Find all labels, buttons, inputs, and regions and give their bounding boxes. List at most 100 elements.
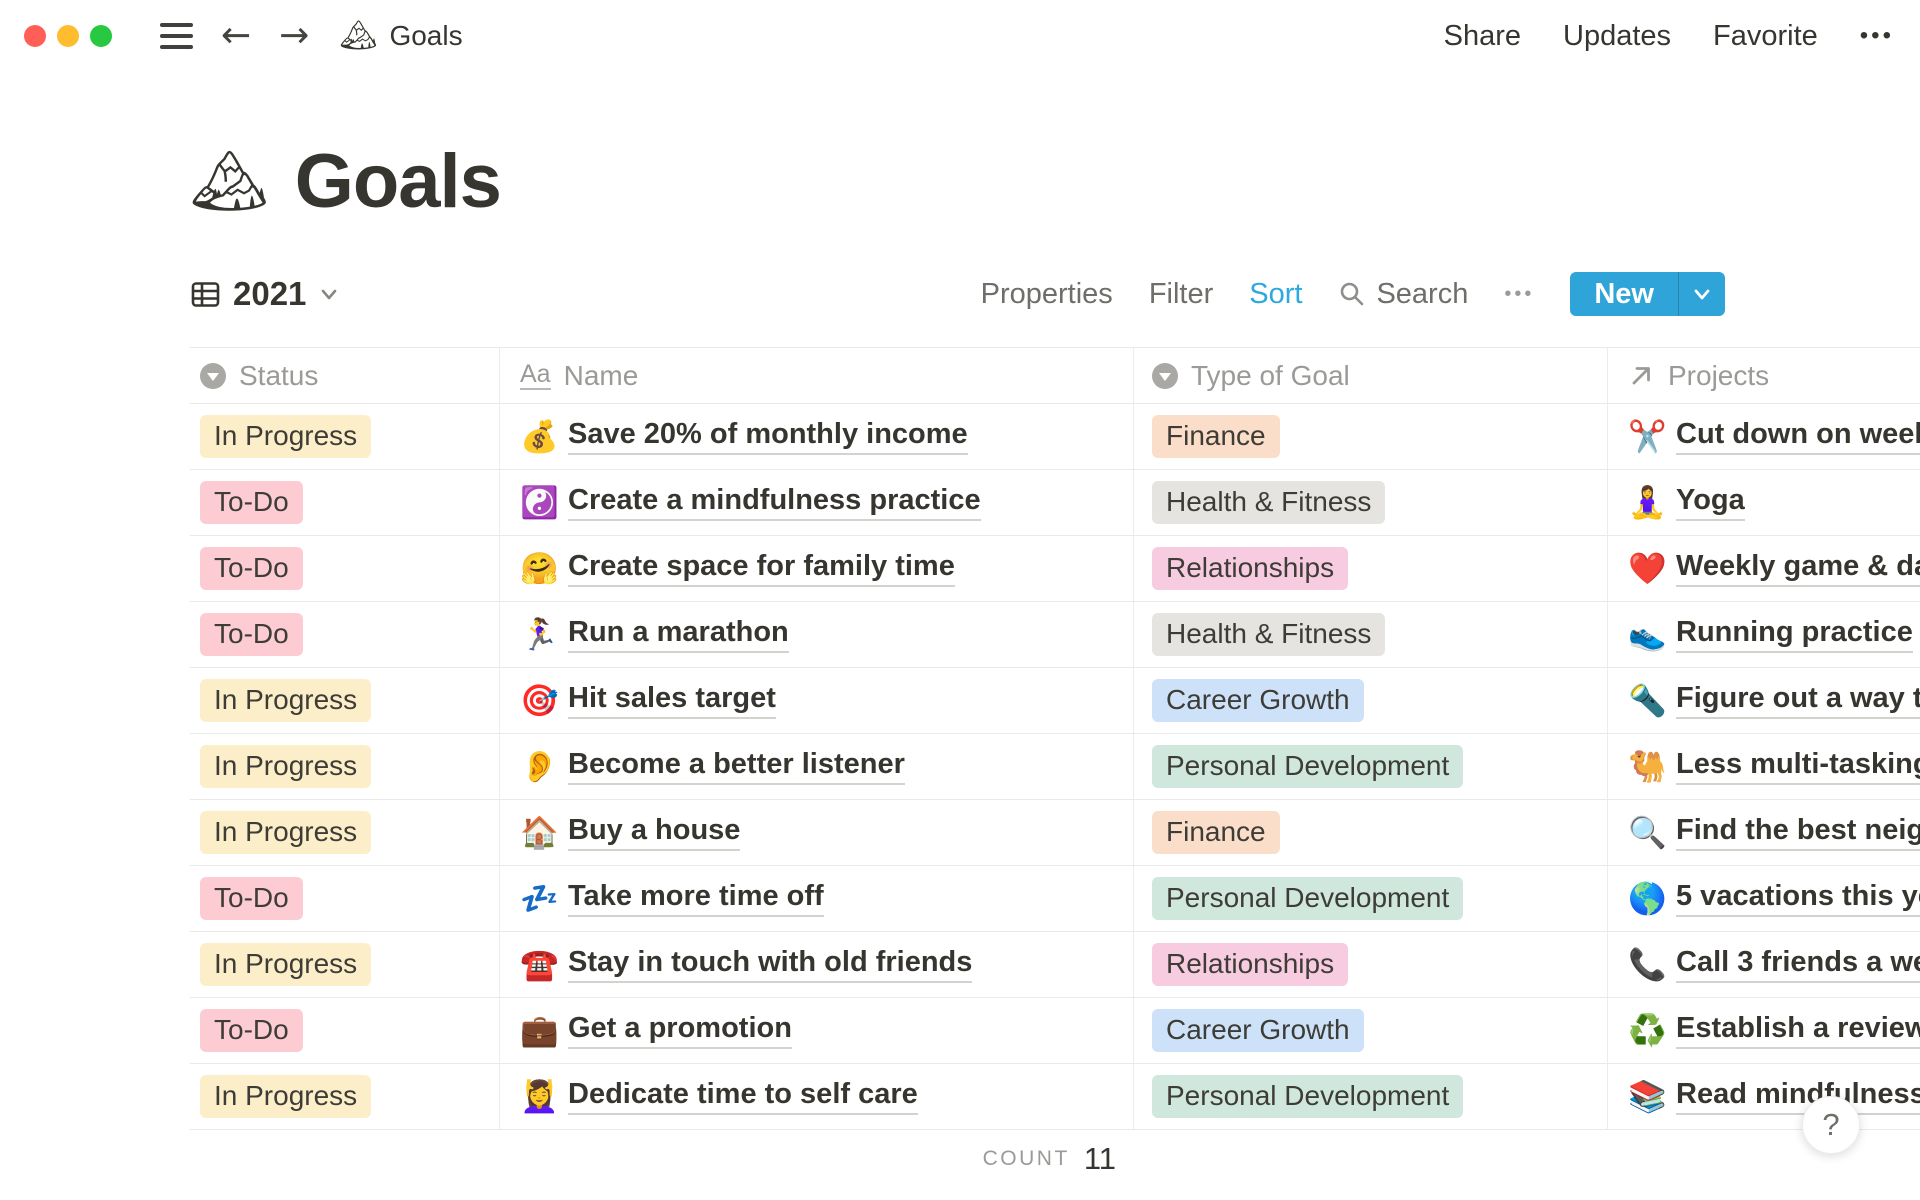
- projects-cell[interactable]: 🔦 Figure out a way to ge: [1608, 668, 1920, 733]
- name-cell[interactable]: 💤 Take more time off: [500, 866, 1134, 931]
- properties-button[interactable]: Properties: [981, 278, 1113, 311]
- status-badge[interactable]: In Progress: [200, 811, 372, 854]
- project-link[interactable]: Running practice: [1676, 616, 1913, 653]
- name-cell[interactable]: 🏠 Buy a house: [500, 800, 1134, 865]
- column-header-name[interactable]: Aa Name: [500, 348, 1134, 403]
- status-cell[interactable]: In Progress: [190, 800, 500, 865]
- back-arrow-icon[interactable]: ←: [221, 18, 251, 54]
- project-link[interactable]: Yoga: [1676, 484, 1745, 521]
- table-row[interactable]: In Progress 👂 Become a better listener P…: [190, 734, 1920, 800]
- goal-name-link[interactable]: Become a better listener: [568, 748, 905, 785]
- table-row[interactable]: To-Do 💤 Take more time off Personal Deve…: [190, 866, 1920, 932]
- status-cell[interactable]: In Progress: [190, 1064, 500, 1129]
- column-header-type-of-goal[interactable]: Type of Goal: [1134, 348, 1608, 403]
- type-of-goal-cell[interactable]: Health & Fitness: [1134, 602, 1608, 667]
- status-cell[interactable]: In Progress: [190, 932, 500, 997]
- type-of-goal-cell[interactable]: Relationships: [1134, 932, 1608, 997]
- favorite-button[interactable]: Favorite: [1713, 20, 1818, 53]
- column-header-projects[interactable]: Projects: [1608, 348, 1920, 403]
- goal-name-link[interactable]: Get a promotion: [568, 1012, 792, 1049]
- type-of-goal-badge[interactable]: Relationships: [1152, 943, 1349, 986]
- status-badge[interactable]: To-Do: [200, 877, 303, 920]
- zoom-window-button[interactable]: [90, 25, 112, 47]
- project-link[interactable]: Figure out a way to ge: [1676, 682, 1920, 719]
- table-row[interactable]: In Progress ☎️ Stay in touch with old fr…: [190, 932, 1920, 998]
- goal-name-link[interactable]: Stay in touch with old friends: [568, 946, 973, 983]
- project-link[interactable]: 5 vacations this year: [1676, 880, 1920, 917]
- new-button-dropdown[interactable]: [1678, 272, 1725, 316]
- status-badge[interactable]: In Progress: [200, 943, 372, 986]
- type-of-goal-cell[interactable]: Career Growth: [1134, 668, 1608, 733]
- table-row[interactable]: In Progress 🎯 Hit sales target Career Gr…: [190, 668, 1920, 734]
- search-button[interactable]: Search: [1338, 278, 1468, 311]
- status-badge[interactable]: In Progress: [200, 679, 372, 722]
- table-row[interactable]: To-Do 🏃‍♀️ Run a marathon Health & Fitne…: [190, 602, 1920, 668]
- goal-name-link[interactable]: Create space for family time: [568, 550, 955, 587]
- type-of-goal-badge[interactable]: Personal Development: [1152, 745, 1464, 788]
- goal-name-link[interactable]: Take more time off: [568, 880, 824, 917]
- project-link[interactable]: Cut down on weekda: [1676, 418, 1920, 455]
- status-badge[interactable]: To-Do: [200, 547, 303, 590]
- type-of-goal-badge[interactable]: Career Growth: [1152, 679, 1364, 722]
- type-of-goal-badge[interactable]: Finance: [1152, 415, 1280, 458]
- status-cell[interactable]: In Progress: [190, 668, 500, 733]
- status-cell[interactable]: To-Do: [190, 866, 500, 931]
- type-of-goal-badge[interactable]: Personal Development: [1152, 1075, 1464, 1118]
- type-of-goal-badge[interactable]: Finance: [1152, 811, 1280, 854]
- name-cell[interactable]: 🤗 Create space for family time: [500, 536, 1134, 601]
- minimize-window-button[interactable]: [57, 25, 79, 47]
- name-cell[interactable]: 💼 Get a promotion: [500, 998, 1134, 1063]
- count-summary[interactable]: COUNT 11: [190, 1130, 1134, 1188]
- goal-name-link[interactable]: Create a mindfulness practice: [568, 484, 981, 521]
- name-cell[interactable]: ☎️ Stay in touch with old friends: [500, 932, 1134, 997]
- sidebar-toggle-icon[interactable]: [160, 23, 193, 49]
- filter-button[interactable]: Filter: [1149, 278, 1213, 311]
- new-record-button[interactable]: New: [1570, 272, 1725, 316]
- status-badge[interactable]: In Progress: [200, 745, 372, 788]
- type-of-goal-cell[interactable]: Personal Development: [1134, 734, 1608, 799]
- projects-cell[interactable]: 📞 Call 3 friends a week: [1608, 932, 1920, 997]
- projects-cell[interactable]: ❤️ Weekly game & date: [1608, 536, 1920, 601]
- status-cell[interactable]: To-Do: [190, 998, 500, 1063]
- project-link[interactable]: Call 3 friends a week: [1676, 946, 1920, 983]
- table-row[interactable]: In Progress 💰 Save 20% of monthly income…: [190, 404, 1920, 470]
- status-cell[interactable]: To-Do: [190, 602, 500, 667]
- status-badge[interactable]: In Progress: [200, 415, 372, 458]
- type-of-goal-cell[interactable]: Finance: [1134, 404, 1608, 469]
- project-link[interactable]: Establish a review c: [1676, 1012, 1920, 1049]
- table-row[interactable]: In Progress 🏠 Buy a house Finance 🔍 Find…: [190, 800, 1920, 866]
- table-row[interactable]: In Progress 💆‍♀️ Dedicate time to self c…: [190, 1064, 1920, 1130]
- page-title-emoji-icon[interactable]: 🏔: [190, 150, 269, 213]
- goal-name-link[interactable]: Hit sales target: [568, 682, 776, 719]
- type-of-goal-badge[interactable]: Personal Development: [1152, 877, 1464, 920]
- status-badge[interactable]: In Progress: [200, 1075, 372, 1118]
- type-of-goal-cell[interactable]: Personal Development: [1134, 1064, 1608, 1129]
- project-link[interactable]: Read mindfulness b: [1676, 1078, 1920, 1115]
- goal-name-link[interactable]: Dedicate time to self care: [568, 1078, 918, 1115]
- status-badge[interactable]: To-Do: [200, 613, 303, 656]
- name-cell[interactable]: 🎯 Hit sales target: [500, 668, 1134, 733]
- projects-cell[interactable]: ♻️ Establish a review c: [1608, 998, 1920, 1063]
- projects-cell[interactable]: 🐫 Less multi-tasking: [1608, 734, 1920, 799]
- project-link[interactable]: Less multi-tasking: [1676, 748, 1920, 785]
- sort-button[interactable]: Sort: [1249, 278, 1302, 311]
- type-of-goal-cell[interactable]: Relationships: [1134, 536, 1608, 601]
- name-cell[interactable]: 👂 Become a better listener: [500, 734, 1134, 799]
- projects-cell[interactable]: 📚 Read mindfulness b: [1608, 1064, 1920, 1129]
- forward-arrow-icon[interactable]: →: [279, 18, 309, 54]
- name-cell[interactable]: ☯️ Create a mindfulness practice: [500, 470, 1134, 535]
- projects-cell[interactable]: 🧘‍♀️ Yoga: [1608, 470, 1920, 535]
- status-badge[interactable]: To-Do: [200, 1009, 303, 1052]
- status-badge[interactable]: To-Do: [200, 481, 303, 524]
- column-header-status[interactable]: Status: [190, 348, 500, 403]
- type-of-goal-cell[interactable]: Health & Fitness: [1134, 470, 1608, 535]
- updates-button[interactable]: Updates: [1563, 20, 1671, 53]
- status-cell[interactable]: In Progress: [190, 404, 500, 469]
- close-window-button[interactable]: [24, 25, 46, 47]
- table-row[interactable]: To-Do 💼 Get a promotion Career Growth ♻️…: [190, 998, 1920, 1064]
- project-link[interactable]: Weekly game & date: [1676, 550, 1920, 587]
- goal-name-link[interactable]: Run a marathon: [568, 616, 789, 653]
- name-cell[interactable]: 🏃‍♀️ Run a marathon: [500, 602, 1134, 667]
- name-cell[interactable]: 💆‍♀️ Dedicate time to self care: [500, 1064, 1134, 1129]
- type-of-goal-badge[interactable]: Health & Fitness: [1152, 613, 1386, 656]
